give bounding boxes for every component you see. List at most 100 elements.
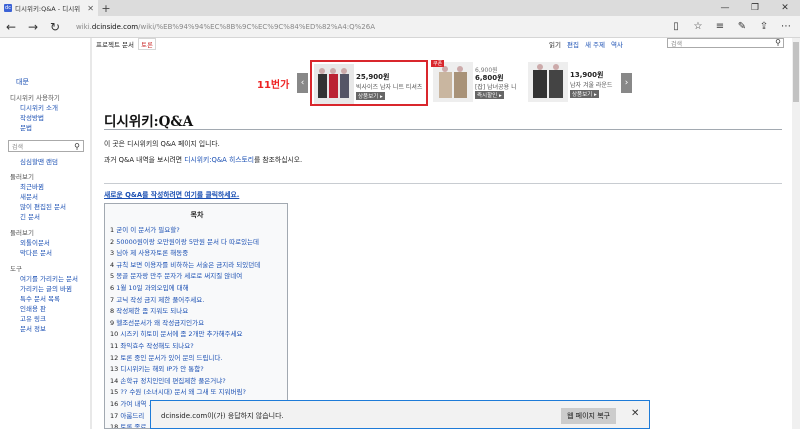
toc-item[interactable]: 4 규칙 보면 이용자를 비하하는 서술은 금지라 되있던데 bbox=[110, 259, 260, 269]
sidebar-item-new-pages[interactable]: 새문서 bbox=[20, 191, 38, 201]
wiki-search-input[interactable]: 검색 ⚲ bbox=[667, 38, 784, 48]
notes-icon[interactable]: ✎ bbox=[732, 16, 752, 38]
notification-close-icon[interactable]: ✕ bbox=[631, 408, 639, 419]
tab-history[interactable]: 역사 bbox=[611, 39, 623, 49]
ad-product-name: 빅사이즈 남자 니트 티셔츠 bbox=[356, 84, 423, 91]
toc-item[interactable]: 3 님아 제 사용자토론 해동중 bbox=[110, 247, 188, 257]
refresh-icon[interactable]: ↻ bbox=[44, 16, 66, 38]
ad-banner[interactable]: 11번가 ‹ 25,900원 빅사이즈 남자 니트 티셔츠 상품보기 ▸ 쿠폰 … bbox=[253, 60, 633, 106]
sidebar-item-main[interactable]: 대문 bbox=[16, 77, 29, 87]
url-domain: dcinside.com bbox=[91, 22, 139, 31]
toc-item[interactable]: 14 손학규 정치인인데 편집제한 풀은거냐? bbox=[110, 375, 226, 385]
sidebar-section-label: 디시위키 사용하기 bbox=[10, 94, 60, 102]
toc-item[interactable]: 17 아룸드리 bbox=[110, 410, 144, 420]
ad-price: 25,900원 bbox=[356, 73, 390, 81]
maximize-button[interactable]: ❐ bbox=[740, 0, 770, 16]
scrollbar-thumb[interactable] bbox=[793, 42, 799, 102]
vertical-scrollbar[interactable] bbox=[792, 38, 800, 429]
nav-bar: ← → ↻ wiki. dcinside.com/wiki/%EB%94%94%E… bbox=[0, 16, 800, 38]
sidebar-item-about[interactable]: 디시위키 소개 bbox=[20, 102, 58, 112]
toc-item[interactable]: 6 1월 10일 과외오입에 대해 bbox=[110, 282, 189, 292]
ad-item[interactable]: 쿠폰 6,900원 6,800원 [잡] 남녀공용 니 즉시할인 ▸ bbox=[431, 60, 523, 106]
toc-item[interactable]: 7 고닉 작성 금지 제한 풀어주세요. bbox=[110, 294, 204, 304]
sidebar-item-printable[interactable]: 인쇄용 판 bbox=[20, 303, 46, 313]
ad-view-button[interactable]: 상품보기 ▸ bbox=[356, 92, 385, 100]
ad-product-image bbox=[433, 62, 473, 102]
site-favicon-icon: dc bbox=[4, 4, 12, 12]
ad-view-button[interactable]: 상품보기 ▸ bbox=[570, 90, 599, 98]
sidebar-divider bbox=[90, 38, 92, 429]
history-link[interactable]: 디시위키:Q&A 히스토리 bbox=[184, 156, 254, 164]
title-divider bbox=[104, 129, 782, 130]
window-controls: — ❐ ✕ bbox=[710, 0, 800, 16]
address-bar[interactable]: wiki. dcinside.com/wiki/%EB%94%94%EC%8B%9… bbox=[76, 18, 636, 36]
sidebar-item-page-info[interactable]: 문서 정보 bbox=[20, 323, 46, 333]
ad-item[interactable]: 13,900원 남자 겨울 라운드 상품보기 ▸ bbox=[526, 60, 618, 106]
ad-coupon-badge: 쿠폰 bbox=[431, 60, 445, 67]
tab-bar: dc 디시위키:Q&A - 디시위 ✕ + — ❐ ✕ bbox=[0, 0, 800, 16]
reading-view-icon[interactable]: ▯ bbox=[666, 16, 686, 38]
sidebar-item-recent-changes[interactable]: 최근바뀜 bbox=[20, 181, 44, 191]
ad-item[interactable]: 25,900원 빅사이즈 남자 니트 티셔츠 상품보기 ▸ bbox=[310, 60, 428, 106]
sidebar-item-orphans[interactable]: 외톨이문서 bbox=[20, 237, 50, 247]
sidebar-item-syntax[interactable]: 문법 bbox=[20, 122, 32, 132]
toc-item[interactable]: 10 시즈키 히토미 문서에 좀 2개만 추가해주세요 bbox=[110, 328, 242, 338]
toc-item[interactable]: 15 ?? 수원 (소녀시대) 문서 왜 그새 또 지워버림? bbox=[110, 386, 246, 396]
tab-project-page[interactable]: 프로젝트 문서 bbox=[96, 39, 134, 49]
sidebar-item-most-edited[interactable]: 많이 편집된 문서 bbox=[20, 201, 66, 211]
section-divider bbox=[104, 183, 782, 184]
new-question-link[interactable]: 새로운 Q&A를 작성하려면 여기를 클릭하세요. bbox=[104, 189, 239, 199]
ad-next-arrow-icon[interactable]: › bbox=[621, 73, 632, 93]
ad-logo: 11번가 bbox=[257, 80, 290, 91]
sidebar-search-input[interactable]: 검색 ⚲ bbox=[8, 140, 84, 152]
search-icon[interactable]: ⚲ bbox=[71, 142, 83, 151]
sidebar-item-howto[interactable]: 작성방법 bbox=[20, 112, 44, 122]
toc-item[interactable]: 8 작성제한 좀 지워도 되나요 bbox=[110, 305, 188, 315]
recover-page-button[interactable]: 웹 페이지 복구 bbox=[561, 408, 617, 424]
tab-edit[interactable]: 편집 bbox=[567, 39, 579, 49]
sidebar-item-long-pages[interactable]: 긴 문서 bbox=[20, 211, 40, 221]
sidebar-item-deadends[interactable]: 막다른 문서 bbox=[20, 247, 52, 257]
forward-arrow-icon[interactable]: → bbox=[22, 16, 44, 38]
sidebar-item-special-pages[interactable]: 특수 문서 목록 bbox=[20, 293, 60, 303]
sidebar-item-random[interactable]: 심심할땐 랜덤 bbox=[20, 156, 58, 166]
hub-icon[interactable]: ≡ bbox=[710, 16, 730, 38]
browser-tab[interactable]: dc 디시위키:Q&A - 디시위 ✕ bbox=[0, 0, 98, 16]
minimize-button[interactable]: — bbox=[710, 0, 740, 16]
new-tab-button[interactable]: + bbox=[98, 0, 114, 16]
ad-discount-button[interactable]: 즉시할인 ▸ bbox=[475, 91, 504, 99]
window-close-button[interactable]: ✕ bbox=[770, 0, 800, 16]
sidebar-item-related-changes[interactable]: 가리키는 글의 바뀜 bbox=[20, 283, 72, 293]
sidebar-section-label: 도구 bbox=[10, 265, 22, 273]
ad-prev-arrow-icon[interactable]: ‹ bbox=[297, 73, 308, 93]
history-note: 과거 Q&A 내역을 보시려면 디시위키:Q&A 히스토리를 참조하십시오. bbox=[104, 156, 303, 164]
url-path: /wiki/%EB%94%94%EC%8B%9C%EC%9C%84%ED%82%… bbox=[138, 22, 375, 31]
sidebar-section-label: 둘러보기 bbox=[10, 173, 34, 181]
back-arrow-icon[interactable]: ← bbox=[0, 16, 22, 38]
toc-item[interactable]: 1 굳이 이 문서가 필요할? bbox=[110, 224, 180, 234]
intro-text: 이 곳은 디시위키의 Q&A 페이지 입니다. bbox=[104, 140, 220, 148]
search-icon[interactable]: ⚲ bbox=[775, 38, 781, 47]
toc-item[interactable]: 18 토론 종료 bbox=[110, 421, 146, 428]
toc-item[interactable]: 2 50000원이랑 오만원이랑 5만원 문서 다 따로있는데 bbox=[110, 236, 259, 246]
url-prefix: wiki. bbox=[76, 22, 92, 31]
sidebar-item-permalink[interactable]: 고유 링크 bbox=[20, 313, 46, 323]
ad-product-image bbox=[528, 62, 568, 102]
toc-item[interactable]: 11 좌익효수 작성해도 되나요? bbox=[110, 340, 194, 350]
share-icon[interactable]: ⇪ bbox=[754, 16, 774, 38]
favorite-star-icon[interactable]: ☆ bbox=[688, 16, 708, 38]
toc-item[interactable]: 13 디시위키는 해외 IP가 안 통함? bbox=[110, 363, 204, 373]
toolbar-icons: ▯ ☆ ≡ ✎ ⇪ ⋯ bbox=[666, 16, 800, 38]
ad-price: 13,900원 bbox=[570, 71, 604, 79]
toc-item[interactable]: 5 몽골 문자랑 만주 문자가 세로로 써지질 않네여 bbox=[110, 270, 242, 280]
toc-item[interactable]: 12 토론 중인 문서가 있어 문의 드립니다. bbox=[110, 352, 222, 362]
tab-title: 디시위키:Q&A - 디시위 bbox=[15, 5, 81, 13]
more-icon[interactable]: ⋯ bbox=[776, 16, 796, 38]
toc-item[interactable]: 9 헬조선문서가 왜 작성금지인가요 bbox=[110, 317, 204, 327]
tab-new-section[interactable]: 새 주제 bbox=[585, 39, 605, 49]
sidebar: 대문 디시위키 사용하기 디시위키 소개 작성방법 문법 검색 ⚲ 심심할땐 랜… bbox=[0, 38, 90, 429]
tab-discussion[interactable]: 토론 bbox=[138, 38, 156, 50]
tab-read[interactable]: 읽기 bbox=[549, 39, 561, 49]
sidebar-item-whatlinkshere[interactable]: 여기를 가리키는 문서 bbox=[20, 273, 78, 283]
tab-close-icon[interactable]: ✕ bbox=[87, 4, 94, 13]
